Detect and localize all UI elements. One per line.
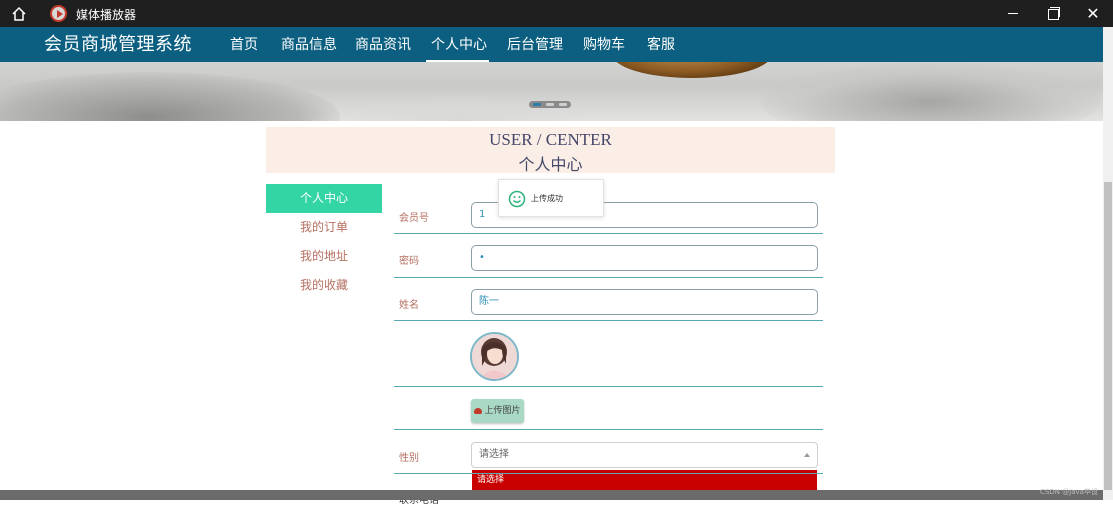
row-divider — [394, 320, 823, 321]
user-center-header: USER / CENTER 个人中心 — [266, 127, 835, 174]
nav-item-service[interactable]: 客服 — [647, 34, 675, 54]
carousel-indicators — [529, 101, 571, 108]
name-input[interactable]: 陈一 — [471, 289, 818, 315]
bottom-overlay-bar — [0, 490, 1103, 500]
banner-carousel[interactable] — [0, 62, 1103, 121]
nav-item-admin[interactable]: 后台管理 — [507, 34, 563, 54]
nav-item-products[interactable]: 商品信息 — [281, 34, 337, 54]
maximize-button[interactable] — [1033, 0, 1073, 27]
gender-select-value: 请选择 — [479, 449, 509, 460]
header-title-cn: 个人中心 — [518, 157, 583, 174]
main-nav: 会员商城管理系统 首页 商品信息 商品资讯 个人中心 后台管理 购物车 客服 — [0, 27, 1103, 62]
nav-item-home[interactable]: 首页 — [230, 34, 258, 54]
window-title: 媒体播放器 — [76, 8, 137, 22]
smile-icon — [508, 190, 526, 208]
cloud-upload-icon — [474, 408, 483, 414]
gender-label: 性别 — [399, 453, 419, 464]
banner-mountain — [0, 72, 340, 121]
caret-up-icon — [804, 453, 810, 457]
watermark: CSDN @Java毕设 — [1040, 488, 1098, 496]
carousel-dot[interactable] — [559, 103, 567, 106]
row-divider — [394, 233, 823, 234]
row-divider — [394, 429, 823, 430]
nav-item-user-center[interactable]: 个人中心 — [431, 34, 487, 54]
carousel-dot[interactable] — [533, 103, 541, 106]
banner-mountain — [760, 62, 1100, 121]
side-menu-orders[interactable]: 我的订单 — [266, 213, 382, 242]
carousel-dot[interactable] — [546, 103, 554, 106]
side-menu-favorites[interactable]: 我的收藏 — [266, 271, 382, 300]
member-no-label: 会员号 — [399, 213, 429, 224]
avatar-photo — [472, 334, 517, 379]
toast-message: 上传成功 — [531, 194, 563, 203]
scrollbar-thumb[interactable] — [1104, 182, 1112, 490]
password-input[interactable]: • — [471, 245, 818, 271]
upload-image-button[interactable]: 上传图片 — [471, 399, 524, 423]
minimize-button[interactable] — [993, 0, 1033, 27]
home-icon[interactable] — [11, 6, 27, 22]
avatar — [470, 332, 519, 381]
close-button[interactable]: ✕ — [1073, 0, 1113, 27]
row-divider — [394, 473, 823, 474]
name-label: 姓名 — [399, 300, 419, 311]
banner-product-image — [612, 62, 772, 78]
nav-item-cart[interactable]: 购物车 — [583, 34, 625, 54]
upload-success-toast: 上传成功 — [498, 179, 604, 217]
media-player-icon — [50, 5, 67, 22]
upload-image-label: 上传图片 — [484, 406, 521, 416]
side-menu-address[interactable]: 我的地址 — [266, 242, 382, 271]
site-brand[interactable]: 会员商城管理系统 — [44, 30, 192, 56]
window-titlebar: 媒体播放器 ✕ — [0, 0, 1113, 27]
side-menu-user-center[interactable]: 个人中心 — [266, 184, 382, 213]
header-title-en: USER / CENTER — [489, 130, 612, 149]
password-label: 密码 — [399, 256, 419, 267]
gender-select[interactable]: 请选择 — [471, 442, 818, 468]
nav-item-news[interactable]: 商品资讯 — [355, 34, 411, 54]
row-divider — [394, 386, 823, 387]
row-divider — [394, 277, 823, 278]
